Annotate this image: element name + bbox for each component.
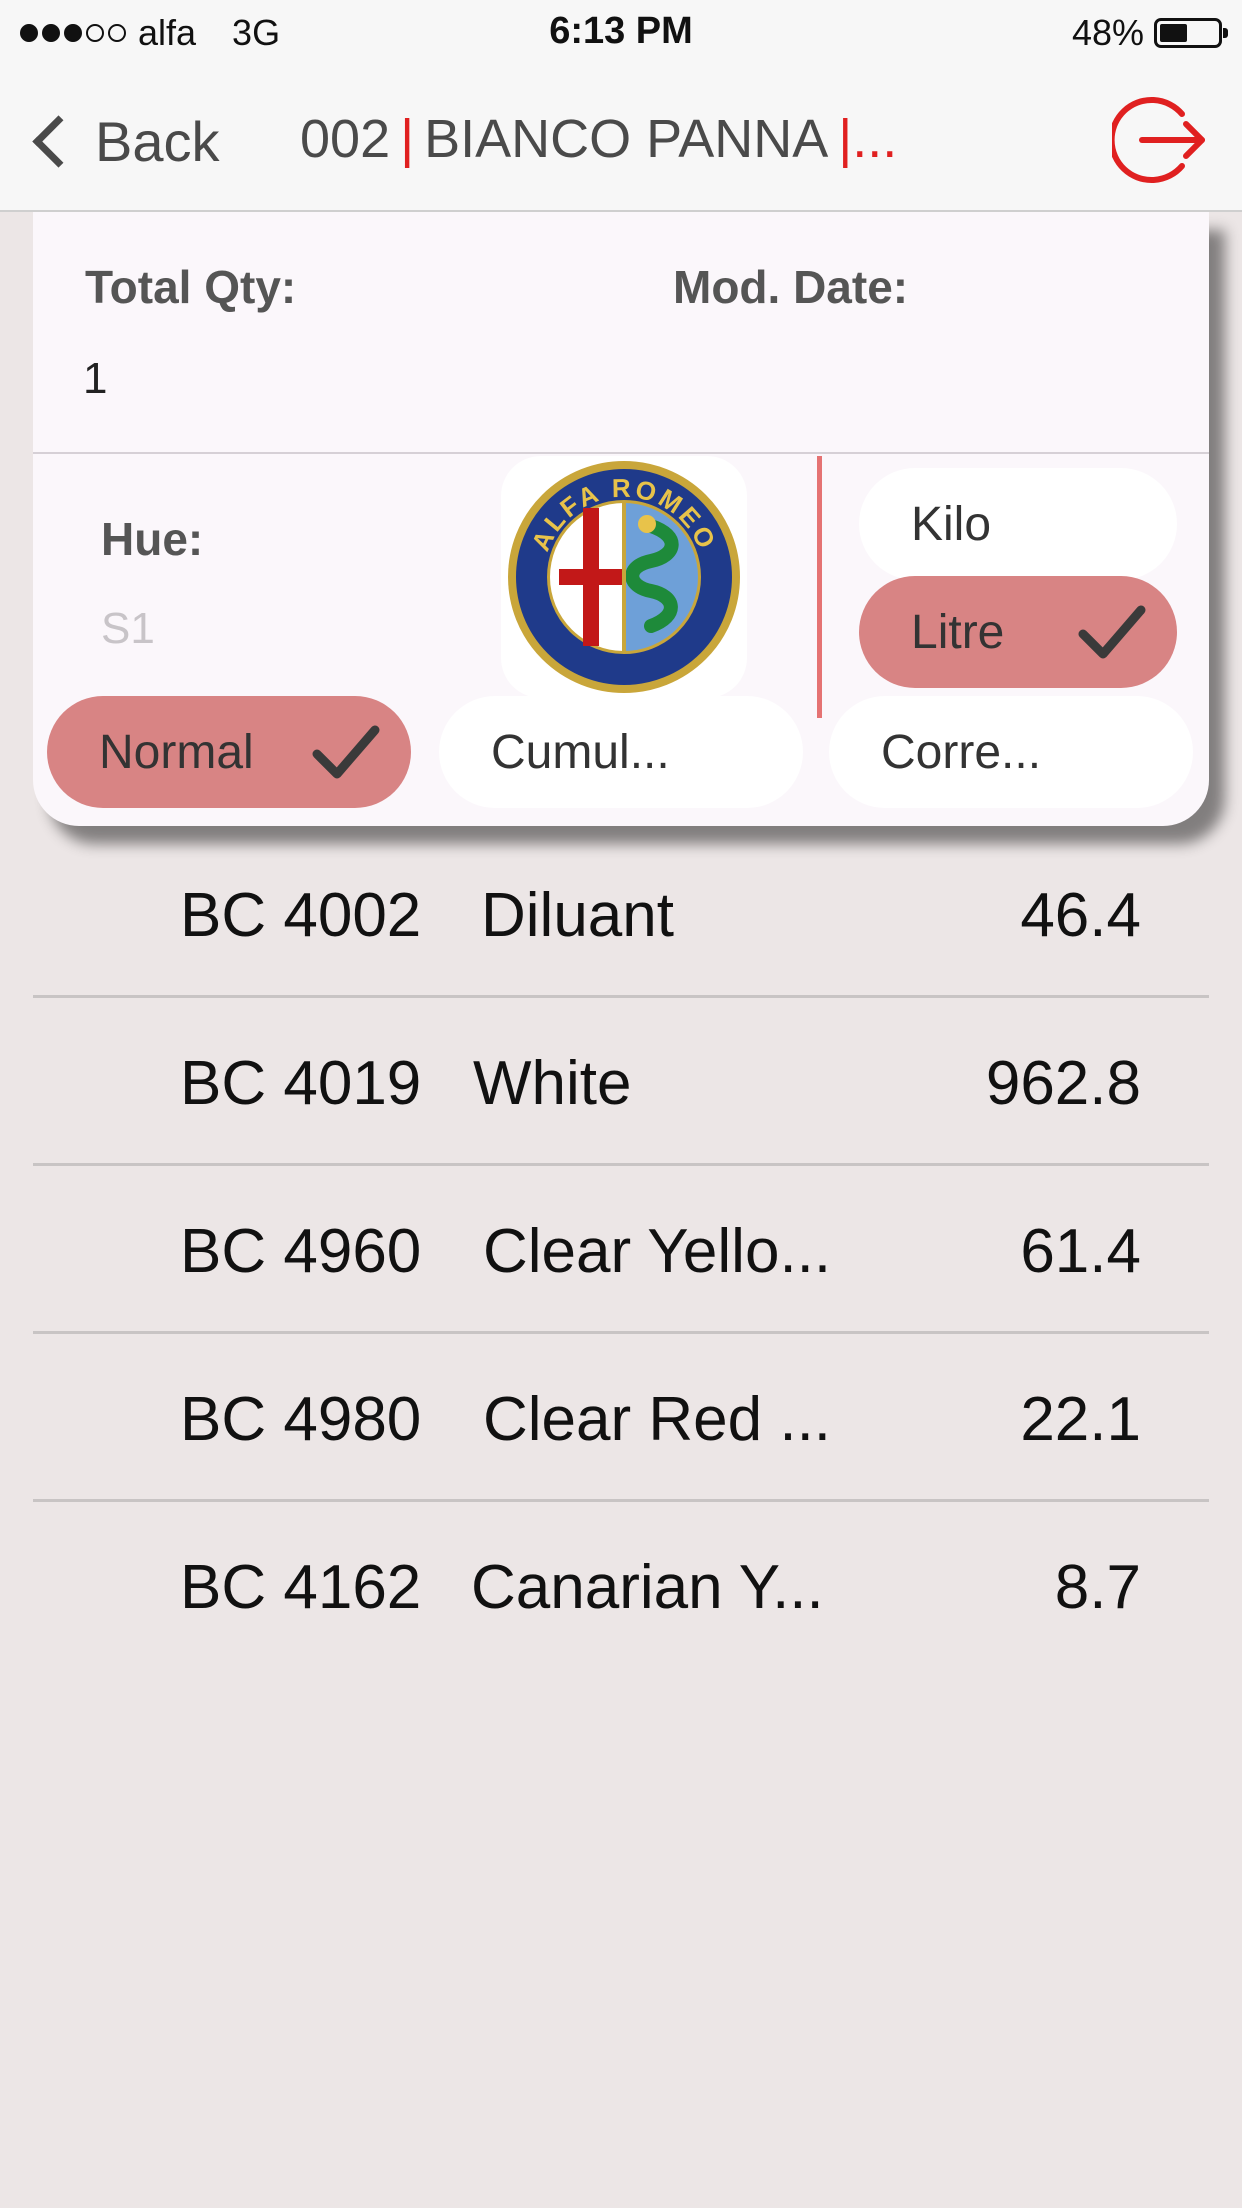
item-amount: 46.4 [1020, 881, 1141, 950]
list-item[interactable]: BC 4980 Clear Red ... 22.1 [33, 1334, 1209, 1502]
battery-icon [1154, 18, 1228, 48]
mode-normal-label: Normal [99, 725, 254, 779]
unit-kilo-button[interactable]: Kilo [859, 468, 1177, 580]
list-item[interactable]: BC 4019 White 962.8 [33, 998, 1209, 1166]
checkmark-icon [1078, 605, 1146, 659]
chevron-left-icon [32, 114, 85, 168]
mode-correction-button[interactable]: Corre... [829, 696, 1193, 808]
item-amount: 61.4 [1020, 1217, 1141, 1286]
item-code: BC 4002 [180, 881, 422, 950]
navigation-bar: Back 002 | BIANCO PANNA |... [0, 66, 1242, 212]
item-code: BC 4162 [180, 1553, 422, 1622]
card-summary: Total Qty: 1 Mod. Date: [33, 212, 1209, 454]
item-code: BC 4980 [180, 1385, 422, 1454]
item-name: Canarian Y... [471, 1553, 824, 1622]
section-divider [817, 456, 822, 718]
mode-correction-label: Corre... [881, 725, 1042, 779]
unit-litre-button[interactable]: Litre [859, 576, 1177, 688]
item-amount: 962.8 [985, 1049, 1141, 1118]
mode-cumulative-label: Cumul... [491, 725, 670, 779]
formula-details-card: Total Qty: 1 Mod. Date: Hue: S1 ALFA ROM… [33, 212, 1209, 826]
item-name: White [473, 1049, 632, 1118]
alfa-romeo-logo-icon: ALFA ROMEO [508, 461, 740, 693]
formula-list: BC 4002 Diluant 46.4 BC 4019 White 962.8… [33, 830, 1209, 1667]
battery-level [1160, 24, 1187, 42]
item-amount: 22.1 [1020, 1385, 1141, 1454]
mod-date-label: Mod. Date: [673, 261, 909, 313]
mode-normal-button[interactable]: Normal [47, 696, 411, 808]
list-item[interactable]: BC 4960 Clear Yello... 61.4 [33, 1166, 1209, 1334]
title-tail: |... [838, 109, 898, 169]
item-code: BC 4019 [180, 1049, 422, 1118]
brand-logo: ALFA ROMEO [501, 456, 747, 698]
item-name: Clear Yello... [483, 1217, 832, 1286]
clock: 6:13 PM [549, 10, 693, 52]
hue-value: S1 [101, 604, 155, 653]
item-code: BC 4960 [180, 1217, 422, 1286]
list-item[interactable]: BC 4002 Diluant 46.4 [33, 830, 1209, 998]
unit-litre-label: Litre [911, 605, 1005, 659]
title-name: BIANCO PANNA [424, 109, 829, 169]
list-item[interactable]: BC 4162 Canarian Y... 8.7 [33, 1502, 1209, 1667]
total-qty-value: 1 [83, 354, 108, 403]
mode-cumulative-button[interactable]: Cumul... [439, 696, 803, 808]
battery-percent: 48% [1071, 12, 1144, 53]
unit-kilo-label: Kilo [911, 497, 992, 551]
item-amount: 8.7 [1054, 1553, 1141, 1622]
item-name: Diluant [481, 881, 674, 950]
item-name: Clear Red ... [483, 1385, 832, 1454]
logout-icon[interactable] [1112, 92, 1208, 188]
status-bar: alfa 3G 6:13 PM 48% [0, 0, 1242, 66]
back-button[interactable]: Back [24, 106, 220, 176]
checkmark-icon [312, 725, 380, 779]
hue-label: Hue: [101, 513, 204, 565]
back-label: Back [95, 109, 220, 173]
title-code: 002 [300, 109, 391, 169]
title-separator: | [400, 109, 415, 169]
status-right: 48% [1071, 12, 1228, 54]
page-title: 002 | BIANCO PANNA |... [300, 108, 960, 170]
total-qty-label: Total Qty: [85, 261, 297, 313]
